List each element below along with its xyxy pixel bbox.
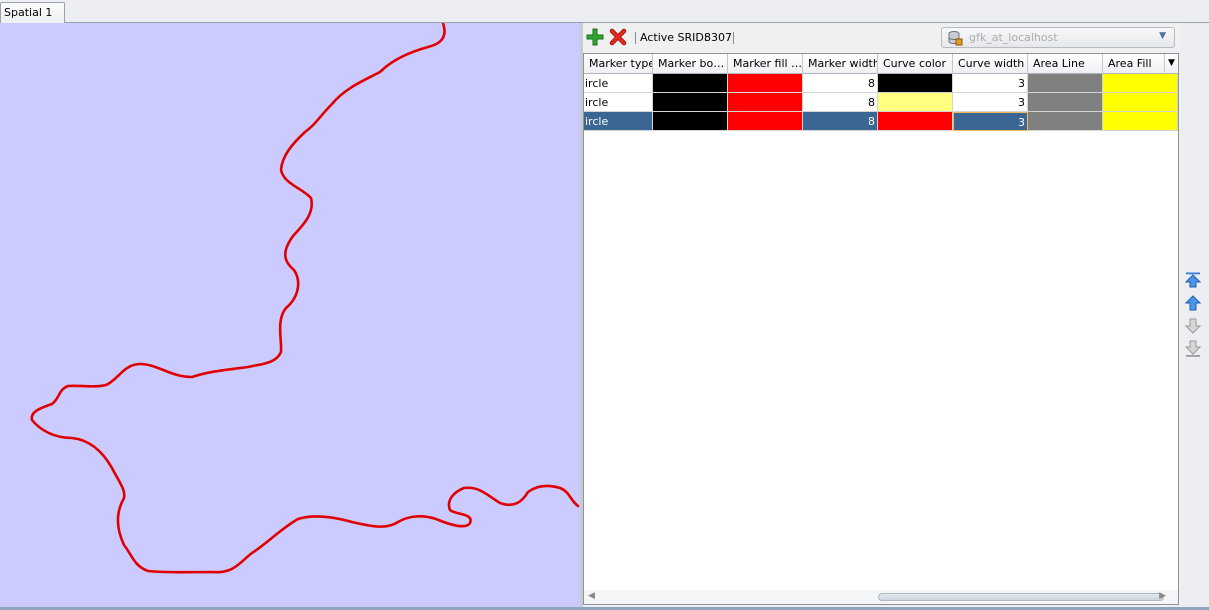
column-menu-icon[interactable]: ▼ bbox=[1165, 54, 1178, 74]
marker-type-cell[interactable]: ircle bbox=[584, 74, 653, 93]
column-header[interactable]: Curve width bbox=[953, 54, 1028, 74]
toolbar-separator bbox=[635, 32, 636, 44]
scrollbar-thumb[interactable] bbox=[878, 593, 1164, 601]
plus-icon[interactable] bbox=[586, 28, 604, 46]
curve-color-cell[interactable] bbox=[878, 93, 953, 112]
chevron-down-icon[interactable]: ▼ bbox=[1159, 31, 1166, 41]
area-fill-color-cell[interactable] bbox=[1103, 93, 1178, 112]
curve-width-cell[interactable]: 3 bbox=[953, 93, 1028, 112]
column-header[interactable]: Marker bo… bbox=[653, 54, 728, 74]
area-fill-color-cell[interactable] bbox=[1103, 74, 1178, 93]
curve-color-cell[interactable] bbox=[878, 112, 953, 131]
column-header[interactable]: Curve color bbox=[878, 54, 953, 74]
column-header[interactable]: Marker width bbox=[803, 54, 878, 74]
connection-value: gfk_at_localhost bbox=[969, 31, 1058, 44]
area-line-color-cell[interactable] bbox=[1028, 74, 1103, 93]
horizontal-scrollbar[interactable]: ◀ ▶ bbox=[584, 590, 1178, 604]
marker-width-cell[interactable]: 8 bbox=[803, 74, 878, 93]
column-header[interactable]: Area Fill bbox=[1103, 54, 1165, 74]
table-header: Marker type Marker bo… Marker fill … Mar… bbox=[584, 54, 1178, 74]
marker-type-cell[interactable]: ircle bbox=[584, 112, 653, 131]
area-line-color-cell[interactable] bbox=[1028, 112, 1103, 131]
connection-select[interactable]: gfk_at_localhost ▼ bbox=[941, 27, 1175, 48]
map-curve bbox=[30, 23, 580, 574]
delete-icon[interactable] bbox=[609, 28, 627, 46]
toolbar-separator bbox=[733, 32, 734, 44]
curve-width-cell[interactable]: 3 bbox=[953, 74, 1028, 93]
move-down-icon[interactable] bbox=[1184, 317, 1202, 335]
table-row[interactable]: ircle 8 3 bbox=[584, 93, 1178, 112]
marker-fill-color-cell[interactable] bbox=[728, 112, 803, 131]
table-row-selected[interactable]: ircle 8 3 bbox=[584, 112, 1178, 131]
srid-value: 8307 bbox=[704, 31, 732, 44]
move-up-icon[interactable] bbox=[1184, 294, 1202, 312]
map-canvas[interactable] bbox=[0, 23, 580, 607]
column-header[interactable]: Area Line bbox=[1028, 54, 1103, 74]
style-panel: Active SRID: 8307 gfk_at_localhost ▼ Mar… bbox=[583, 23, 1181, 607]
marker-border-color-cell[interactable] bbox=[653, 93, 728, 112]
marker-border-color-cell[interactable] bbox=[653, 112, 728, 131]
srid-label: Active SRID: bbox=[640, 31, 708, 44]
reorder-buttons bbox=[1181, 23, 1209, 607]
marker-fill-color-cell[interactable] bbox=[728, 74, 803, 93]
area-line-color-cell[interactable] bbox=[1028, 93, 1103, 112]
move-bottom-icon[interactable] bbox=[1184, 340, 1202, 358]
marker-type-cell[interactable]: ircle bbox=[584, 93, 653, 112]
tab-strip: Spatial 1 bbox=[0, 0, 1209, 23]
marker-width-cell[interactable]: 8 bbox=[803, 93, 878, 112]
curve-width-cell[interactable]: 3 bbox=[953, 112, 1028, 131]
scroll-left-icon[interactable]: ◀ bbox=[588, 591, 595, 601]
toolbar: Active SRID: 8307 gfk_at_localhost ▼ bbox=[583, 23, 1181, 53]
database-icon bbox=[947, 30, 963, 46]
marker-fill-color-cell[interactable] bbox=[728, 93, 803, 112]
scroll-right-icon[interactable]: ▶ bbox=[1159, 591, 1166, 601]
move-top-icon[interactable] bbox=[1184, 271, 1202, 289]
area-fill-color-cell[interactable] bbox=[1103, 112, 1178, 131]
column-header[interactable]: Marker type bbox=[584, 54, 653, 74]
column-header[interactable]: Marker fill … bbox=[728, 54, 803, 74]
tab-spatial-1[interactable]: Spatial 1 bbox=[0, 2, 65, 23]
map-view[interactable] bbox=[0, 23, 580, 607]
curve-color-cell[interactable] bbox=[878, 74, 953, 93]
marker-width-cell[interactable]: 8 bbox=[803, 112, 878, 131]
style-table[interactable]: Marker type Marker bo… Marker fill … Mar… bbox=[583, 53, 1179, 605]
marker-border-color-cell[interactable] bbox=[653, 74, 728, 93]
table-row[interactable]: ircle 8 3 bbox=[584, 74, 1178, 93]
